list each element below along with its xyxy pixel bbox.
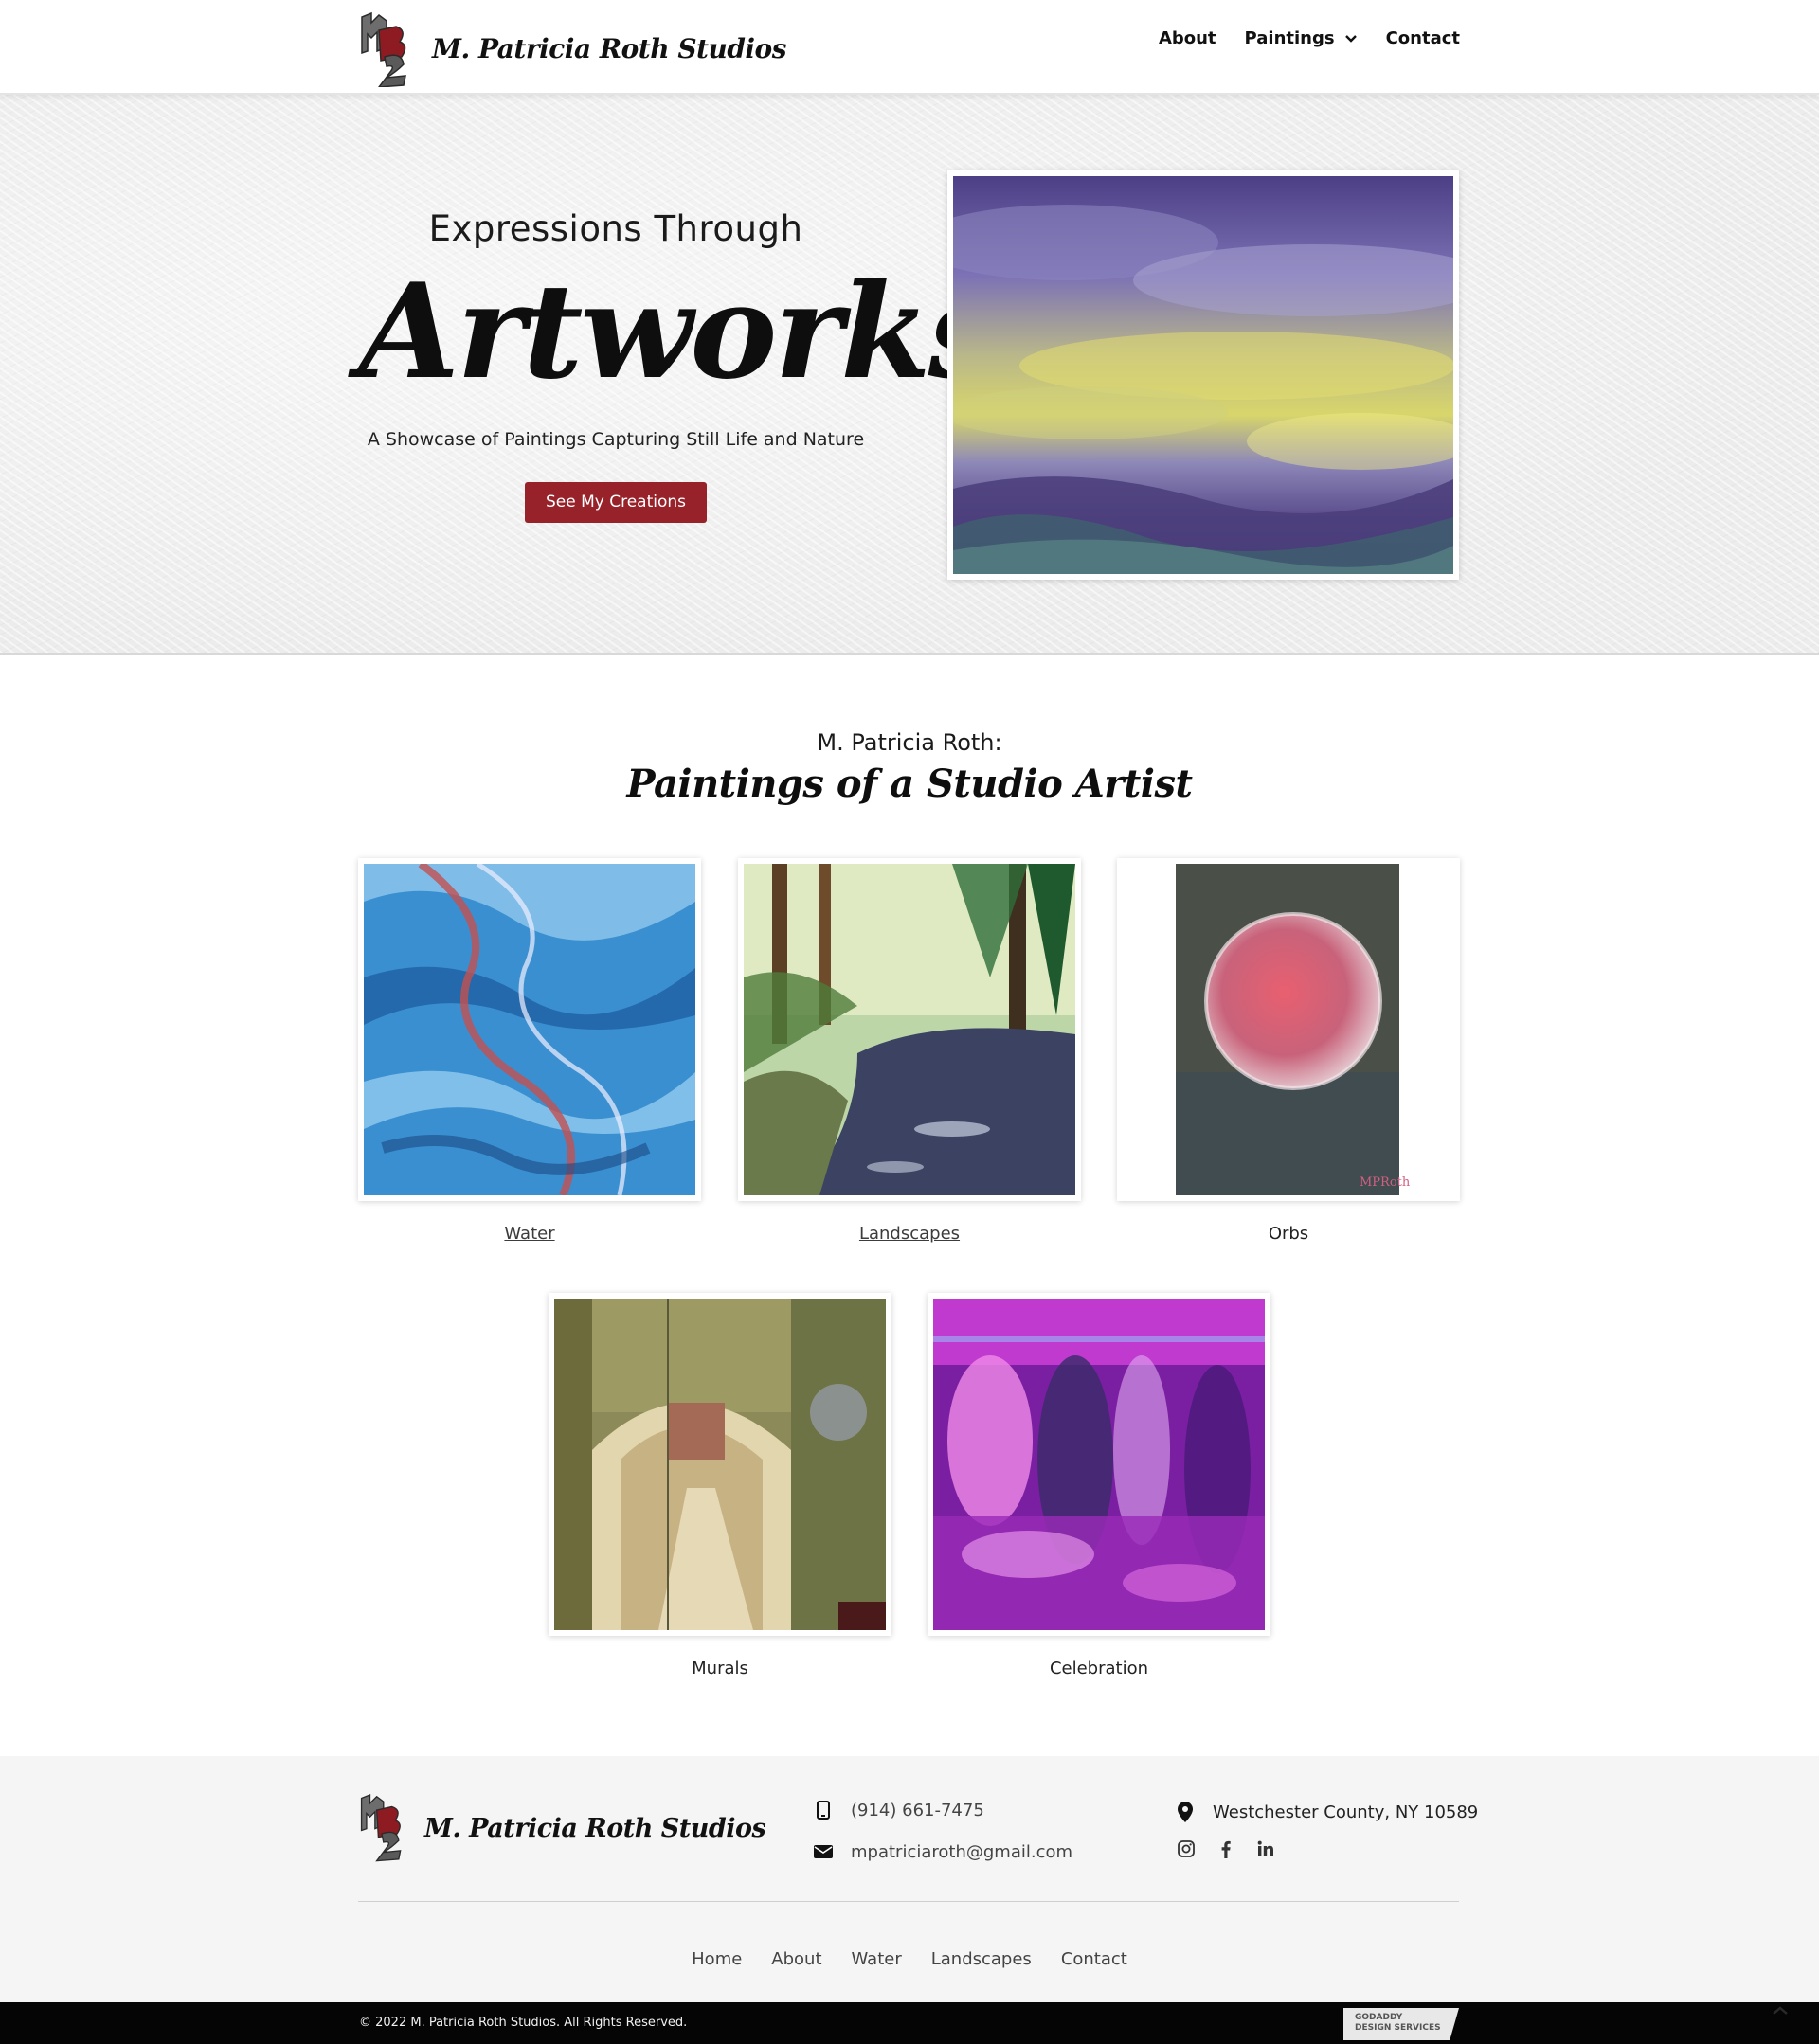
gallery-card-water: Water xyxy=(358,858,701,1244)
nav-paintings[interactable]: Paintings xyxy=(1245,28,1358,48)
water-painting-image xyxy=(364,864,695,1195)
footer-location-text: Westchester County, NY 10589 xyxy=(1213,1802,1479,1822)
footer-divider xyxy=(358,1901,1459,1902)
footer-email[interactable]: mpatriciaroth@gmail.com xyxy=(813,1839,1072,1864)
celebration-painting-image xyxy=(933,1299,1265,1630)
instagram-icon[interactable] xyxy=(1177,1839,1196,1858)
footer-location: Westchester County, NY 10589 xyxy=(1175,1800,1478,1824)
nav-contact-label: Contact xyxy=(1385,28,1460,48)
gallery-card-landscapes: Landscapes xyxy=(738,858,1081,1244)
footer-nav-about[interactable]: About xyxy=(771,1949,821,1969)
footer-location-block: Westchester County, NY 10589 xyxy=(1175,1800,1478,1858)
footer-phone-text: (914) 661-7475 xyxy=(851,1800,984,1820)
envelope-icon xyxy=(813,1841,834,1862)
orbs-label: Orbs xyxy=(1268,1224,1309,1244)
hero-title: Artworks xyxy=(358,254,1001,408)
footer-brand-name: M. Patricia Roth Studios xyxy=(424,1813,766,1843)
murals-painting-image xyxy=(554,1299,886,1630)
map-pin-icon xyxy=(1175,1802,1196,1822)
murals-painting-link[interactable] xyxy=(549,1293,891,1636)
nav-contact[interactable]: Contact xyxy=(1386,28,1460,48)
intro-kicker: M. Patricia Roth: xyxy=(817,729,1002,756)
footer-contact: (914) 661-7475 mpatriciaroth@gmail.com xyxy=(813,1798,1072,1881)
celebration-label: Celebration xyxy=(1049,1659,1149,1678)
water-label[interactable]: Water xyxy=(358,1224,701,1244)
gallery-card-orbs: MPRoth Orbs xyxy=(1117,858,1460,1244)
orbs-painting-image: MPRoth xyxy=(1123,864,1454,1195)
landscapes-label[interactable]: Landscapes xyxy=(738,1224,1081,1244)
hero-text: Expressions Through Artworks A Showcase … xyxy=(358,208,1001,523)
footer-nav-water[interactable]: Water xyxy=(852,1949,902,1969)
site-footer: M. Patricia Roth Studios (914) 661-7475 … xyxy=(0,1756,1819,2002)
celebration-painting-link[interactable] xyxy=(928,1293,1270,1636)
murals-label: Murals xyxy=(692,1659,748,1678)
bottom-bar: © 2022 M. Patricia Roth Studios. All Rig… xyxy=(0,2002,1819,2044)
sky-painting-image xyxy=(953,176,1453,574)
hero-painting xyxy=(947,170,1459,580)
footer-logo-link[interactable]: M. Patricia Roth Studios xyxy=(358,1790,766,1866)
godaddy-badge-line2: DESIGN SERVICES xyxy=(1355,2023,1441,2033)
gallery-card-murals: Murals xyxy=(549,1293,891,1678)
hero-kicker: Expressions Through xyxy=(428,208,803,249)
logo-link[interactable]: M. Patricia Roth Studios xyxy=(358,9,786,88)
footer-nav-landscapes[interactable]: Landscapes xyxy=(931,1949,1032,1969)
site-header: M. Patricia Roth Studios About Paintings… xyxy=(0,0,1819,95)
brand-name: M. Patricia Roth Studios xyxy=(432,32,786,64)
footer-nav-contact[interactable]: Contact xyxy=(1061,1949,1127,1969)
nav-about-label: About xyxy=(1158,28,1216,48)
intro-title: Paintings of a Studio Artist xyxy=(626,762,1193,806)
footer-nav: Home About Water Landscapes Contact xyxy=(0,1949,1819,1969)
copyright-text: © 2022 M. Patricia Roth Studios. All Rig… xyxy=(359,2016,688,2030)
footer-logo-icon xyxy=(358,1790,405,1866)
phone-icon xyxy=(813,1800,834,1820)
orbs-painting-link[interactable]: MPRoth xyxy=(1117,858,1460,1201)
linkedin-icon[interactable] xyxy=(1256,1839,1275,1858)
footer-nav-home[interactable]: Home xyxy=(692,1949,742,1969)
logo-icon xyxy=(358,9,411,88)
main-nav: About Paintings Contact xyxy=(1159,28,1460,48)
footer-phone[interactable]: (914) 661-7475 xyxy=(813,1798,1072,1822)
footer-email-text: mpatriciaroth@gmail.com xyxy=(851,1841,1073,1862)
water-painting-link[interactable] xyxy=(358,858,701,1201)
chevron-down-icon xyxy=(1344,34,1357,43)
godaddy-badge[interactable]: GODADDY DESIGN SERVICES xyxy=(1343,2008,1459,2040)
scroll-to-top-icon[interactable] xyxy=(1770,2002,1791,2016)
see-my-creations-button[interactable]: See My Creations xyxy=(524,482,708,523)
nav-about[interactable]: About xyxy=(1159,28,1216,48)
nav-paintings-label: Paintings xyxy=(1244,28,1335,48)
footer-social xyxy=(1177,1839,1478,1858)
svg-text:MPRoth: MPRoth xyxy=(1360,1175,1411,1190)
gallery-card-celebration: Celebration xyxy=(928,1293,1270,1678)
landscapes-painting-link[interactable] xyxy=(738,858,1081,1201)
facebook-icon[interactable] xyxy=(1216,1839,1235,1858)
gallery-intro: M. Patricia Roth: Paintings of a Studio … xyxy=(0,729,1819,806)
landscapes-painting-image xyxy=(744,864,1075,1195)
hero-section: Expressions Through Artworks A Showcase … xyxy=(0,95,1819,655)
godaddy-badge-line1: GODADDY xyxy=(1355,2013,1403,2022)
hero-subtitle: A Showcase of Paintings Capturing Still … xyxy=(367,429,865,450)
